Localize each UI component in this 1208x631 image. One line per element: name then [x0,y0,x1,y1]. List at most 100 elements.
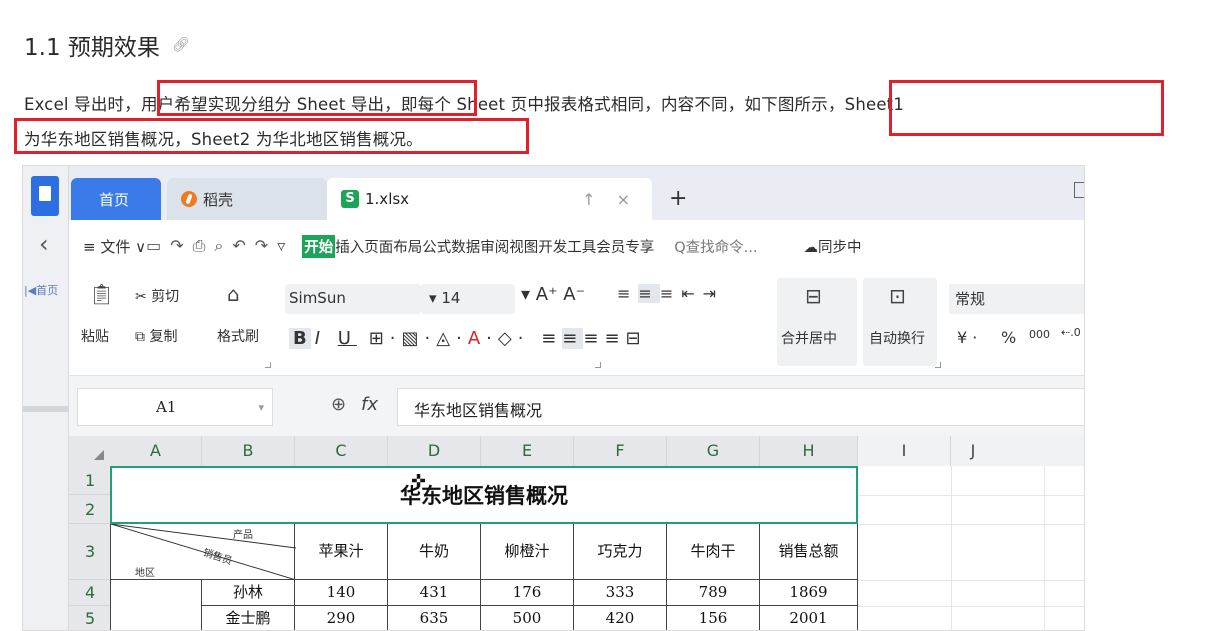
percent-button[interactable]: % [1001,328,1016,347]
merge-center-button[interactable]: ⊟ 合并居中 [777,278,857,366]
highlight-box-1 [157,80,477,116]
underline-button[interactable]: U [338,328,357,349]
align-row-top-icons[interactable]: ≡≡≡⇤⇥ [617,284,724,303]
col-header-d[interactable]: D [388,436,481,466]
header-cell[interactable]: 销售总额 [760,524,858,580]
wrap-text-button[interactable]: ⊡ 自动换行 [863,278,937,366]
data-cell[interactable]: 290 [295,606,388,630]
col-header-e[interactable]: E [481,436,574,466]
row-header-3[interactable]: 3 [69,524,110,580]
thousands-button[interactable]: 000 [1029,328,1050,341]
bold-button[interactable]: B [289,328,311,349]
section-title-text: 1.1 预期效果 [24,35,160,61]
left-home-link[interactable]: |◀首页 [24,282,58,298]
formula-input[interactable]: 华东地区销售概况 [397,388,1084,426]
title-cell[interactable]: 华东地区销售概况 [110,466,858,524]
col-header-b[interactable]: B [202,436,295,466]
font-group-launcher[interactable] [595,362,601,368]
italic-button[interactable]: I [315,328,326,349]
section-title: 1.1 预期效果 🔗︎ [24,28,190,62]
menu-start[interactable]: 开始 [302,234,336,258]
tab-home[interactable]: 首页 [71,178,161,220]
clipboard-group-launcher[interactable] [265,362,271,368]
region-cell[interactable] [110,580,202,630]
data-cell[interactable]: 635 [388,606,481,630]
search-command[interactable]: Q查找命令... [674,236,757,257]
left-scrollbar[interactable] [23,406,69,412]
data-cell[interactable]: 500 [481,606,574,630]
select-all-corner[interactable] [69,436,110,466]
row-header-2[interactable]: 2 [69,495,110,524]
row-header-5[interactable]: 5 [69,606,110,630]
col-header-f[interactable]: F [574,436,667,466]
decimal-icon[interactable]: ⇠.0 [1061,326,1081,339]
data-cell[interactable]: 156 [667,606,760,630]
data-cell[interactable]: 420 [574,606,667,630]
highlight-box-3 [14,118,529,154]
tab-daoke[interactable]: 稻壳 [167,178,327,220]
tab-close-controls[interactable]: ↑ × [582,190,638,209]
paste-icon[interactable]: 📋︎ [89,282,114,306]
col-header-a[interactable]: A [110,436,202,466]
tab-file[interactable]: S 1.xlsx ↑ × [327,178,652,220]
header-cell[interactable]: 牛肉干 [667,524,760,580]
number-format-select[interactable]: 常规 [949,284,1084,314]
data-cell[interactable]: 140 [295,580,388,606]
col-header-i[interactable]: I [858,436,951,466]
link-icon[interactable]: 🔗︎ [172,37,190,53]
col-header-h[interactable]: H [760,436,858,466]
data-cell[interactable]: 789 [667,580,760,606]
add-tab-button[interactable]: + [669,186,687,211]
sheet-file-icon: S [341,190,359,208]
data-cell[interactable]: 176 [481,580,574,606]
window-icon[interactable] [1074,182,1084,198]
row-header-1[interactable]: 1 [69,466,110,495]
col-header-g[interactable]: G [667,436,760,466]
salesperson-cell[interactable]: 金士鹏 [202,606,295,630]
menu-bar: ≡ 文件 ∨ ▭↷⎙⌕↶↷▿ 开始 插入页面布局公式数据审阅视图开发工具会员专享… [69,220,1084,272]
data-cell[interactable]: 2001 [760,606,858,630]
currency-button[interactable]: ¥ · [957,328,977,347]
chevron-down-icon[interactable]: ▾ [258,401,264,414]
col-header-j[interactable]: J [951,436,1084,466]
clear-button[interactable]: ◇· [498,328,530,349]
name-box[interactable]: A1 ▾ [77,388,273,426]
data-cell[interactable]: 431 [388,580,481,606]
font-select[interactable]: SimSun [285,284,421,314]
paste-button[interactable]: 粘贴 [81,326,109,346]
diagonal-header-cell[interactable]: 产品 销售员 地区 [110,524,296,580]
header-cell[interactable]: 柳橙汁 [481,524,574,580]
highlight-button[interactable]: ◬· [436,328,468,349]
spreadsheet-screenshot: ‹ |◀首页 首页 稻壳 S 1.xlsx ↑ × + ≡ 文件 ∨ ▭↷⎙⌕↶↷… [22,165,1085,631]
header-cell[interactable]: 苹果汁 [295,524,388,580]
menu-file[interactable]: ≡ 文件 ∨ [83,236,146,257]
cross-cursor-icon: ✜ [411,471,427,492]
zoom-icon[interactable]: ⊕ [331,394,346,415]
align-group-launcher[interactable] [935,362,941,368]
row-header-4[interactable]: 4 [69,580,110,606]
chevron-left-icon[interactable]: ‹ [39,230,49,258]
font-grow-shrink-icons[interactable]: ▾ A⁺ A⁻ [521,284,585,305]
header-cell[interactable]: 牛奶 [388,524,481,580]
col-header-c[interactable]: C [295,436,388,466]
copy-button[interactable]: ⧉ 复制 [135,326,177,346]
fx-icon[interactable]: fx [361,394,378,415]
border-button[interactable]: ⊞· [369,328,402,349]
data-cell[interactable]: 333 [574,580,667,606]
tab-bar: 首页 稻壳 S 1.xlsx ↑ × + [69,166,1084,220]
data-cell[interactable]: 1869 [760,580,858,606]
fill-button[interactable]: ▧· [402,328,437,349]
align-row-bottom-icons[interactable]: ≡≡≡≡⊟ [541,328,646,349]
format-painter-icon[interactable]: ⌂ [227,282,240,306]
cut-button[interactable]: ✂ 剪切 [135,286,179,306]
menu-items[interactable]: 插入页面布局公式数据审阅视图开发工具会员专享 [335,236,654,257]
font-size-select[interactable]: ▾ 14 [421,284,515,314]
format-row: BI U ⊞·▧·◬·A·◇· ≡≡≡≡⊟ [289,328,647,349]
header-cell[interactable]: 巧克力 [574,524,667,580]
format-painter-button[interactable]: 格式刷 [217,326,259,346]
font-color-button[interactable]: A [468,328,486,349]
quick-access-icons[interactable]: ▭↷⎙⌕↶↷▿ [146,236,294,256]
sync-status[interactable]: ☁同步中 [803,236,861,257]
para-highlight-2: 如下图所示，Sheet1 [744,95,905,114]
salesperson-cell[interactable]: 孙林 [202,580,295,606]
